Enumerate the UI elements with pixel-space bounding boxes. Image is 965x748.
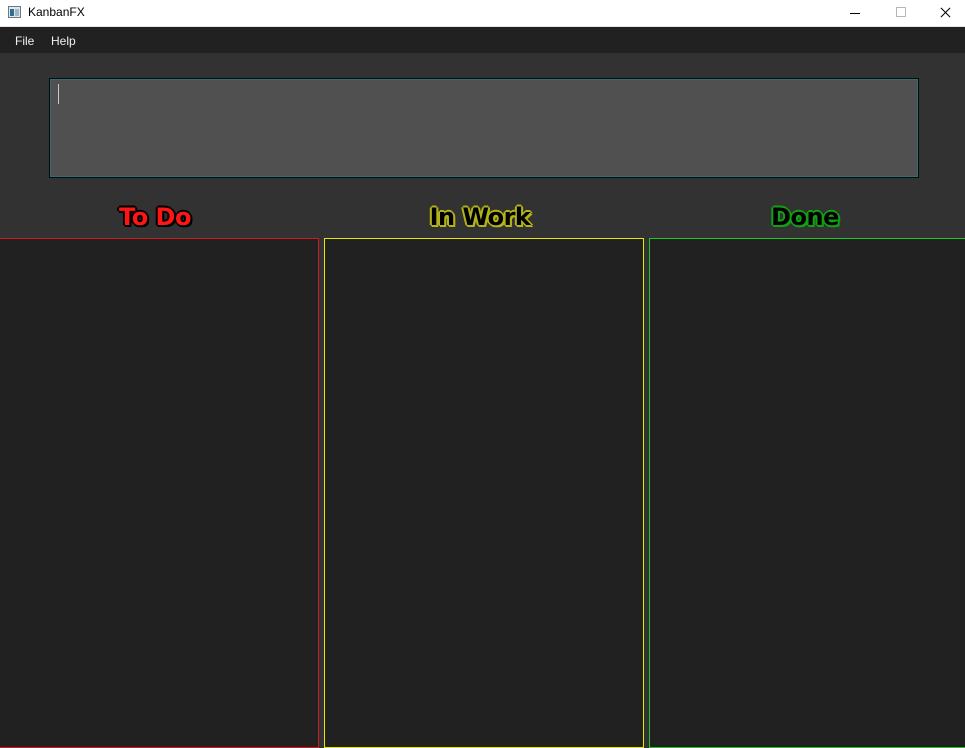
- column-todo-list[interactable]: [0, 238, 319, 748]
- column-title-todo: To Do: [119, 203, 191, 231]
- column-title-in-work: In Work: [429, 203, 531, 231]
- menu-help[interactable]: Help: [51, 34, 76, 48]
- column-done-list[interactable]: [649, 238, 965, 748]
- minimize-icon[interactable]: [832, 0, 878, 27]
- menu-file[interactable]: File: [15, 34, 34, 48]
- text-caret: [58, 84, 59, 104]
- menu-bar: File Help: [0, 27, 965, 53]
- maximize-icon[interactable]: [878, 0, 924, 27]
- app-icon: [8, 6, 21, 18]
- task-input[interactable]: [49, 78, 919, 178]
- close-icon[interactable]: [922, 0, 965, 27]
- window-title: KanbanFX: [28, 5, 85, 19]
- title-bar: KanbanFX: [0, 0, 965, 27]
- column-title-done: Done: [771, 203, 839, 231]
- column-in-work-list[interactable]: [324, 238, 644, 748]
